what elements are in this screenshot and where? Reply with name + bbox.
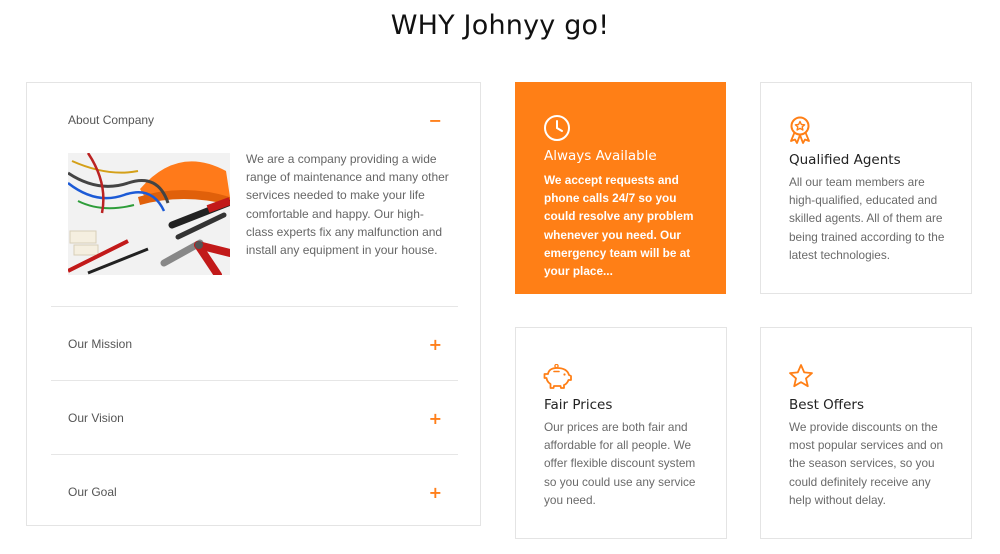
accordion-divider [51, 306, 458, 307]
clock-icon [543, 114, 571, 147]
feature-card-always-available: Always Available We accept requests and … [515, 82, 726, 294]
accordion-label: Our Vision [68, 411, 124, 425]
award-ribbon-icon [788, 116, 812, 149]
feature-card-best-offers: Best Offers We provide discounts on the … [760, 327, 972, 539]
why-section: WHY Johnyy go! About Company − We are a … [0, 0, 1000, 554]
section-title: WHY Johnyy go! [390, 10, 610, 41]
expand-icon[interactable]: + [429, 483, 442, 502]
feature-card-qualified-agents: Qualified Agents All our team members ar… [760, 82, 972, 294]
accordion-label: Our Goal [68, 485, 117, 499]
feature-text: All our team members are high-qualified,… [789, 175, 945, 262]
accordion-header-our-vision[interactable]: Our Vision + [68, 409, 442, 431]
piggy-bank-icon [543, 363, 573, 395]
tools-image [68, 153, 230, 275]
expand-icon[interactable]: + [429, 335, 442, 354]
star-icon [788, 363, 814, 394]
accordion-header-our-mission[interactable]: Our Mission + [68, 335, 442, 357]
feature-card-fair-prices: Fair Prices Our prices are both fair and… [515, 327, 727, 539]
accordion-header-about-company[interactable]: About Company − [68, 111, 442, 133]
feature-title: Qualified Agents [789, 152, 901, 168]
feature-text: Our prices are both fair and affordable … [544, 420, 696, 507]
collapse-icon[interactable]: − [429, 111, 442, 130]
feature-title: Always Available [544, 148, 657, 164]
accordion-divider [51, 454, 458, 455]
feature-text: We accept requests and phone calls 24/7 … [544, 173, 694, 279]
accordion-body-text: We are a company providing a wide range … [246, 152, 449, 258]
feature-text: We provide discounts on the most popular… [789, 420, 944, 507]
feature-title: Fair Prices [544, 397, 613, 413]
accordion-divider [51, 380, 458, 381]
expand-icon[interactable]: + [429, 409, 442, 428]
accordion-label: Our Mission [68, 337, 133, 351]
tools-illustration [68, 153, 230, 275]
accordion-header-our-goal[interactable]: Our Goal + [68, 483, 442, 505]
feature-title: Best Offers [789, 397, 865, 413]
accordion-label: About Company [68, 113, 155, 127]
faq-accordion: About Company − We are a company providi… [26, 82, 481, 526]
